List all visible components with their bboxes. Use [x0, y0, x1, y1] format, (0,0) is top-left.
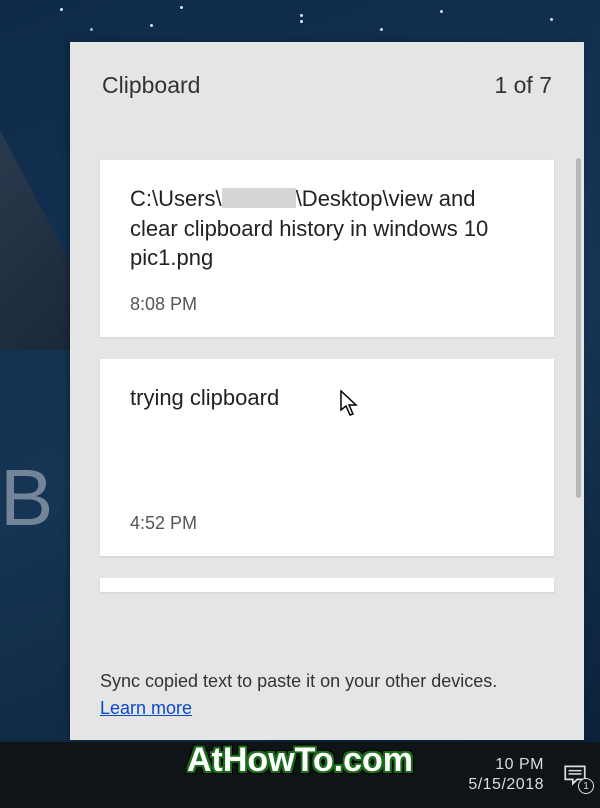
learn-more-link[interactable]: Learn more — [100, 698, 192, 718]
wallpaper-letter: B — [0, 452, 53, 544]
clock-time: 10 PM — [468, 755, 544, 775]
clipboard-item[interactable] — [100, 578, 554, 592]
clipboard-footer: Sync copied text to paste it on your oth… — [70, 656, 584, 740]
scrollbar[interactable] — [576, 158, 581, 498]
clock-date: 5/15/2018 — [468, 775, 544, 795]
clipboard-item-time: 8:08 PM — [130, 294, 524, 315]
clipboard-item[interactable]: trying clipboard 4:52 PM — [100, 359, 554, 556]
action-center-button[interactable]: 1 — [558, 758, 592, 792]
clipboard-body: C:\Users\\Desktop\view and clear clipboa… — [70, 148, 584, 656]
clipboard-item-text: trying clipboard — [130, 383, 524, 493]
watermark-text: AtHowTo.com — [187, 741, 413, 780]
clipboard-counter: 1 of 7 — [494, 72, 552, 99]
clipboard-item-time: 4:52 PM — [130, 513, 524, 534]
system-tray: 10 PM 5/15/2018 1 — [468, 750, 592, 800]
clipboard-title: Clipboard — [102, 72, 200, 99]
clipboard-panel: Clipboard 1 of 7 C:\Users\\Desktop\view … — [70, 42, 584, 740]
notification-badge: 1 — [578, 778, 594, 794]
footer-text: Sync copied text to paste it on your oth… — [100, 671, 497, 691]
taskbar-clock[interactable]: 10 PM 5/15/2018 — [468, 755, 544, 795]
clipboard-header: Clipboard 1 of 7 — [70, 42, 584, 148]
redacted-username — [222, 188, 296, 208]
wallpaper-mountain — [0, 130, 70, 350]
clipboard-item[interactable]: C:\Users\\Desktop\view and clear clipboa… — [100, 160, 554, 337]
clipboard-item-text: C:\Users\\Desktop\view and clear clipboa… — [130, 184, 524, 274]
